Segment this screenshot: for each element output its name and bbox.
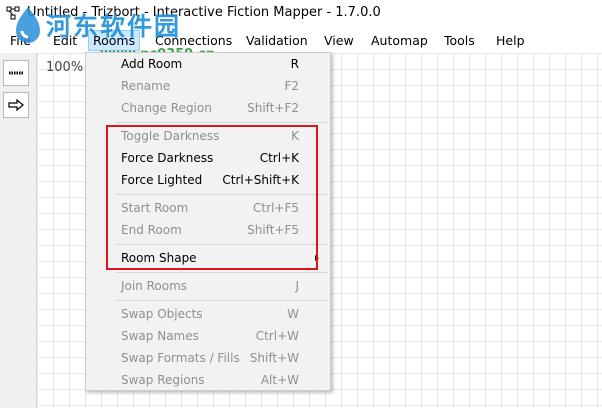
menu-item-shortcut: Ctrl+K [259, 151, 299, 165]
menu-item-end-room[interactable]: End Room Shift+F5 [86, 219, 330, 241]
menu-item-label: Swap Formats / Fills [121, 351, 240, 365]
menu-item-start-room[interactable]: Start Room Ctrl+F5 [86, 197, 330, 219]
zoom-level: 100% [46, 60, 84, 75]
menu-item-label: Change Region [121, 101, 212, 115]
menu-item-force-darkness[interactable]: Force Darkness Ctrl+K [86, 147, 330, 169]
menu-item-shortcut: W [287, 307, 299, 321]
left-toolbar [0, 53, 37, 408]
menu-item-label: Force Lighted [121, 173, 203, 187]
menu-item-swap-regions[interactable]: Swap Regions Alt+W [86, 369, 330, 391]
menu-item-shortcut: J [295, 279, 299, 293]
menu-item-label: Add Room [121, 57, 183, 71]
app-icon [6, 6, 20, 20]
menu-separator [116, 272, 328, 273]
menu-automap[interactable]: Automap [371, 31, 428, 50]
window-title: Untitled - Trizbort - Interactive Fictio… [27, 5, 381, 20]
menu-file[interactable]: File [10, 31, 31, 50]
menu-item-label: Toggle Darkness [121, 129, 220, 143]
arrow-right-icon [8, 98, 24, 112]
menu-separator [116, 122, 328, 123]
menu-item-shortcut: Ctrl+Shift+K [222, 173, 299, 187]
menu-item-rename[interactable]: Rename F2 [86, 75, 330, 97]
menu-item-label: End Room [121, 223, 182, 237]
line-tool-button[interactable] [3, 60, 29, 86]
menu-edit[interactable]: Edit [53, 31, 77, 50]
menu-view[interactable]: View [324, 31, 354, 50]
menu-item-swap-names[interactable]: Swap Names Ctrl+W [86, 325, 330, 347]
menu-item-room-shape[interactable]: Room Shape [86, 247, 330, 269]
menu-item-label: Swap Regions [121, 373, 205, 387]
menu-item-shortcut: Shift+F2 [247, 101, 299, 115]
menu-item-shortcut: Shift+W [249, 351, 299, 365]
menu-item-shortcut: Ctrl+F5 [253, 201, 299, 215]
menu-item-add-room[interactable]: Add Room R [86, 53, 330, 75]
menu-item-shortcut: F2 [284, 79, 299, 93]
menu-item-label: Room Shape [121, 251, 197, 265]
menu-item-shortcut: Shift+F5 [247, 223, 299, 237]
menu-separator [116, 244, 328, 245]
menu-tools[interactable]: Tools [444, 31, 475, 50]
menu-item-label: Join Rooms [121, 279, 188, 293]
menu-rooms[interactable]: Rooms [88, 30, 141, 51]
menu-item-label: Force Darkness [121, 151, 214, 165]
menu-separator [116, 300, 328, 301]
menu-item-shortcut: K [291, 129, 299, 143]
menu-item-join-rooms[interactable]: Join Rooms J [86, 275, 330, 297]
menu-connections[interactable]: Connections [155, 31, 232, 50]
menu-item-toggle-darkness[interactable]: Toggle Darkness K [86, 125, 330, 147]
title-bar: Untitled - Trizbort - Interactive Fictio… [0, 0, 602, 27]
menu-separator [116, 194, 328, 195]
menu-item-shortcut: R [290, 57, 299, 71]
menu-item-swap-objects[interactable]: Swap Objects W [86, 303, 330, 325]
menu-item-label: Swap Names [121, 329, 199, 343]
menu-validation[interactable]: Validation [246, 31, 308, 50]
menu-item-shortcut: Alt+W [260, 373, 299, 387]
menu-help[interactable]: Help [496, 31, 525, 50]
menu-bar: File Edit Rooms Connections Validation V… [0, 27, 602, 53]
menu-item-shortcut: Ctrl+W [255, 329, 299, 343]
menu-item-label: Start Room [121, 201, 189, 215]
submenu-arrow-icon [315, 255, 319, 261]
arrow-tool-button[interactable] [3, 92, 29, 118]
menu-item-label: Rename [121, 79, 171, 93]
menu-item-label: Swap Objects [121, 307, 203, 321]
line-icon [9, 71, 23, 75]
menu-item-swap-formats-fills[interactable]: Swap Formats / Fills Shift+W [86, 347, 330, 369]
rooms-menu-dropdown: Add Room R Rename F2 Change Region Shift… [85, 52, 331, 391]
menu-item-change-region[interactable]: Change Region Shift+F2 [86, 97, 330, 119]
menu-item-force-lighted[interactable]: Force Lighted Ctrl+Shift+K [86, 169, 330, 191]
